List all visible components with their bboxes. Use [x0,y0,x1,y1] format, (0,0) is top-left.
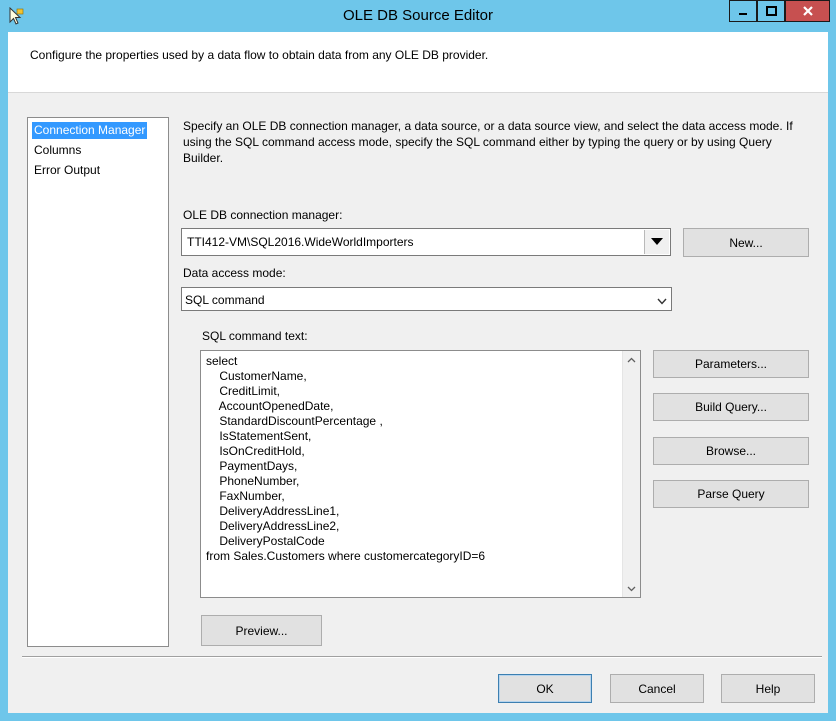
nav-item-connection-manager[interactable]: Connection Manager [32,122,148,139]
scroll-up-button[interactable] [623,351,640,368]
window-title: OLE DB Source Editor [342,7,494,24]
browse-button[interactable]: Browse... [653,437,809,465]
chevron-down-icon [627,586,636,591]
ok-button[interactable]: OK [498,674,592,703]
connection-dropdown-button[interactable] [644,230,669,254]
preview-button[interactable]: Preview... [201,615,322,646]
maximize-icon [765,6,777,16]
nav-item-error-output[interactable]: Error Output [32,162,102,179]
close-button[interactable] [785,0,830,22]
chevron-down-icon[interactable] [657,295,667,309]
dialog-client-area: Configure the properties used by a data … [8,32,828,713]
data-access-mode-value: SQL command [185,293,265,307]
header-description: Configure the properties used by a data … [30,48,489,62]
close-icon [802,6,813,16]
nav-item-columns[interactable]: Columns [32,142,83,159]
chevron-up-icon [627,357,636,362]
ole-db-source-editor-window: OLE DB Source Editor Configure the prope… [0,0,836,721]
connection-manager-label: OLE DB connection manager: [183,208,343,222]
sql-command-text-label: SQL command text: [202,329,308,343]
title-bar[interactable]: OLE DB Source Editor [0,0,836,32]
scroll-down-button[interactable] [623,580,640,597]
maximize-button[interactable] [757,0,785,22]
dialog-header: Configure the properties used by a data … [8,32,828,93]
data-access-mode-label: Data access mode: [183,266,286,280]
page-description: Specify an OLE DB connection manager, a … [183,119,793,165]
minimize-icon [739,13,747,15]
new-connection-button[interactable]: New... [683,228,809,257]
cancel-button[interactable]: Cancel [610,674,704,703]
page-navigation-list: Connection Manager Columns Error Output [27,117,169,647]
connection-manager-value: TTI412-VM\SQL2016.WideWorldImporters [187,235,414,249]
sql-command-textarea[interactable]: select CustomerName, CreditLimit, Accoun… [200,350,641,598]
connection-manager-combobox[interactable]: TTI412-VM\SQL2016.WideWorldImporters [181,228,671,256]
build-query-button[interactable]: Build Query... [653,393,809,421]
minimize-button[interactable] [729,0,757,22]
footer-separator [22,656,822,658]
chevron-down-icon [651,238,663,245]
parse-query-button[interactable]: Parse Query [653,480,809,508]
sql-vertical-scrollbar[interactable] [622,351,640,597]
sql-command-text[interactable]: select CustomerName, CreditLimit, Accoun… [206,354,485,564]
parameters-button[interactable]: Parameters... [653,350,809,378]
help-button[interactable]: Help [721,674,815,703]
data-access-mode-combobox[interactable]: SQL command [181,287,672,311]
